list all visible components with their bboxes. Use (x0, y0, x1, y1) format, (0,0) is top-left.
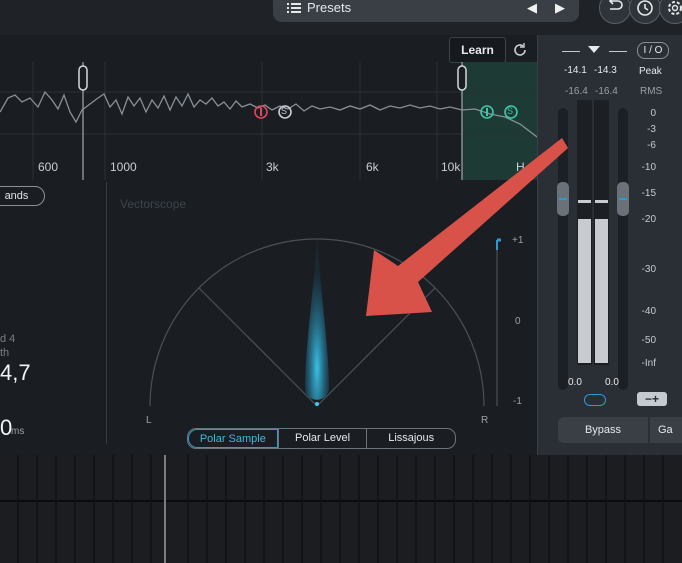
band-split-handle (78, 65, 88, 91)
timeline-grid[interactable] (0, 455, 682, 563)
rms-right-value: -16.4 (595, 86, 618, 97)
meter-scale-label: -6 (647, 140, 656, 151)
history-icon (637, 0, 653, 16)
freq-label: H (516, 160, 525, 174)
meter-scale-label: -3 (647, 124, 656, 135)
output-meter-bar-icon (609, 51, 627, 52)
link-icon[interactable] (584, 394, 606, 406)
undo-icon (608, 0, 623, 10)
peak-label: Peak (639, 66, 662, 77)
tab-polar-level[interactable]: Polar Level (277, 429, 367, 448)
history-button[interactable] (629, 0, 661, 24)
meter-scale-label: -30 (641, 264, 656, 275)
undo-button[interactable] (599, 0, 631, 24)
highlighted-band-region (462, 62, 537, 180)
bypass-button[interactable]: Bypass (558, 417, 648, 443)
meter-left-peak-hold (578, 200, 591, 203)
tab-lissajous[interactable]: Lissajous (366, 429, 455, 448)
width-label: th (0, 347, 10, 359)
meter-scale-label: -Inf (641, 358, 656, 369)
meter-scale-label: -40 (641, 306, 656, 317)
refresh-icon[interactable] (510, 40, 530, 60)
meter-scale-label: -10 (641, 162, 656, 173)
right-channel-label: R (481, 415, 489, 426)
meter-scale-label: -20 (641, 214, 656, 225)
rms-left-value: -16.4 (565, 86, 588, 97)
next-preset-button[interactable]: ▶ (555, 0, 565, 16)
scale-bottom-label: -1 (513, 396, 522, 407)
input-gain-slider-track[interactable] (558, 108, 568, 390)
scope-diagonal (316, 287, 436, 407)
meter-menu-icon[interactable] (588, 46, 600, 53)
time-unit: ms (11, 426, 25, 437)
settings-button[interactable] (659, 0, 682, 24)
input-meter-bar-icon (562, 51, 580, 52)
presets-bar[interactable]: Presets ◀ ▶ (273, 0, 579, 22)
minus-plus-icon[interactable]: −+ (637, 392, 667, 406)
output-right-value: 0.0 (605, 377, 619, 388)
meter-scale-label: 0 (650, 108, 656, 119)
meter-scale-label: -50 (641, 335, 656, 346)
learn-button[interactable]: Learn (449, 37, 506, 63)
scope-signal (305, 240, 329, 400)
meter-right-peak-hold (595, 200, 608, 203)
spectrum-curve (0, 90, 537, 138)
bands-button[interactable]: ands (0, 186, 45, 206)
previous-preset-button[interactable]: ◀ (527, 0, 537, 16)
band-split-handle (457, 65, 467, 91)
peak-left-value: -14.1 (564, 65, 587, 76)
peak-right-value: -14.3 (594, 65, 617, 76)
scope-diagonal (198, 287, 318, 407)
scale-top-label: +1 (512, 235, 524, 246)
vectorscope-mode-tabs: Polar Sample Polar Level Lissajous (187, 428, 456, 449)
gear-icon (668, 1, 682, 15)
scale-mid-label: 0 (515, 316, 521, 327)
list-icon (287, 3, 301, 13)
output-gain-slider-track[interactable] (618, 108, 628, 390)
vectorscope-display (149, 238, 501, 407)
band-label: d 4 (0, 333, 16, 345)
rms-label: RMS (640, 86, 663, 97)
io-toggle-button[interactable]: I / O (637, 42, 669, 59)
solo-label: S (507, 106, 514, 116)
freq-label: 3k (266, 160, 279, 174)
output-left-value: 0.0 (568, 377, 582, 388)
freq-label: 1000 (110, 160, 137, 174)
freq-label: 6k (366, 160, 379, 174)
solo-label: S (281, 106, 288, 116)
freq-label: 600 (38, 160, 59, 174)
meter-right-level (595, 219, 608, 363)
gain-match-button[interactable]: Ga (650, 417, 682, 443)
meter-left-level (578, 219, 591, 363)
presets-label: Presets (307, 0, 352, 15)
left-channel-label: L (146, 415, 152, 426)
meter-scale-label: -15 (641, 188, 656, 199)
width-value[interactable]: 4,7 (0, 360, 31, 386)
freq-label: 10k (441, 160, 461, 174)
tab-polar-sample[interactable]: Polar Sample (188, 429, 278, 448)
